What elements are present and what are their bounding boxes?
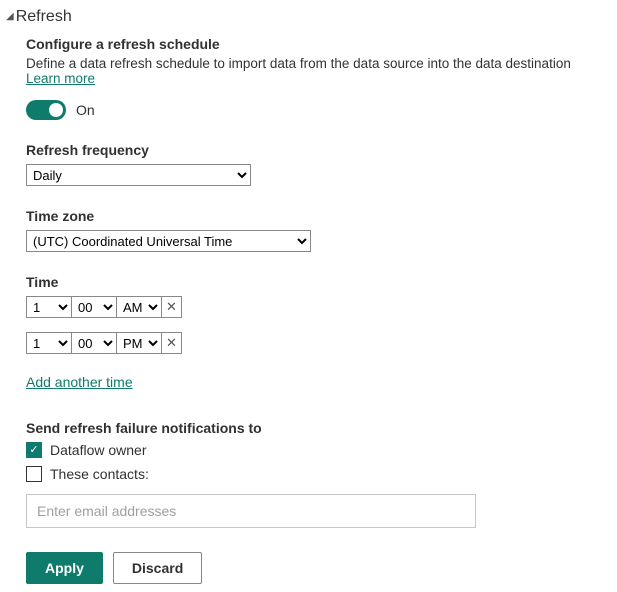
close-icon: ✕ xyxy=(166,299,177,315)
checkmark-icon: ✓ xyxy=(29,445,38,456)
timezone-label: Time zone xyxy=(26,208,601,224)
minute-select[interactable]: 00 xyxy=(71,332,117,354)
contacts-email-input[interactable] xyxy=(26,494,476,528)
contacts-checkbox-label: These contacts: xyxy=(50,466,149,482)
section-title: Refresh xyxy=(16,8,72,26)
hour-select[interactable]: 1 xyxy=(26,332,72,354)
learn-more-link[interactable]: Learn more xyxy=(26,71,95,86)
time-label: Time xyxy=(26,274,601,290)
owner-checkbox-label: Dataflow owner xyxy=(50,442,147,458)
frequency-label: Refresh frequency xyxy=(26,142,601,158)
contacts-checkbox[interactable] xyxy=(26,466,42,482)
discard-button[interactable]: Discard xyxy=(113,552,202,584)
minute-select[interactable]: 00 xyxy=(71,296,117,318)
collapse-triangle-icon: ◢ xyxy=(6,12,14,22)
desc-text: Define a data refresh schedule to import… xyxy=(26,56,571,71)
hour-select[interactable]: 1 xyxy=(26,296,72,318)
ampm-select[interactable]: PM xyxy=(116,332,162,354)
toggle-knob-icon xyxy=(49,103,63,117)
time-row: 1 00 AM ✕ xyxy=(26,296,601,318)
time-row: 1 00 PM ✕ xyxy=(26,332,601,354)
close-icon: ✕ xyxy=(166,335,177,351)
remove-time-button[interactable]: ✕ xyxy=(162,332,182,354)
config-description: Define a data refresh schedule to import… xyxy=(26,56,601,86)
apply-button[interactable]: Apply xyxy=(26,552,103,584)
toggle-label: On xyxy=(76,102,95,118)
config-subtitle: Configure a refresh schedule xyxy=(26,36,601,52)
add-time-link[interactable]: Add another time xyxy=(26,374,133,390)
section-header[interactable]: ◢ Refresh xyxy=(6,8,611,26)
frequency-select[interactable]: Daily xyxy=(26,164,251,186)
timezone-select[interactable]: (UTC) Coordinated Universal Time xyxy=(26,230,311,252)
refresh-toggle[interactable] xyxy=(26,100,66,120)
owner-checkbox[interactable]: ✓ xyxy=(26,442,42,458)
ampm-select[interactable]: AM xyxy=(116,296,162,318)
notify-label: Send refresh failure notifications to xyxy=(26,420,601,436)
remove-time-button[interactable]: ✕ xyxy=(162,296,182,318)
